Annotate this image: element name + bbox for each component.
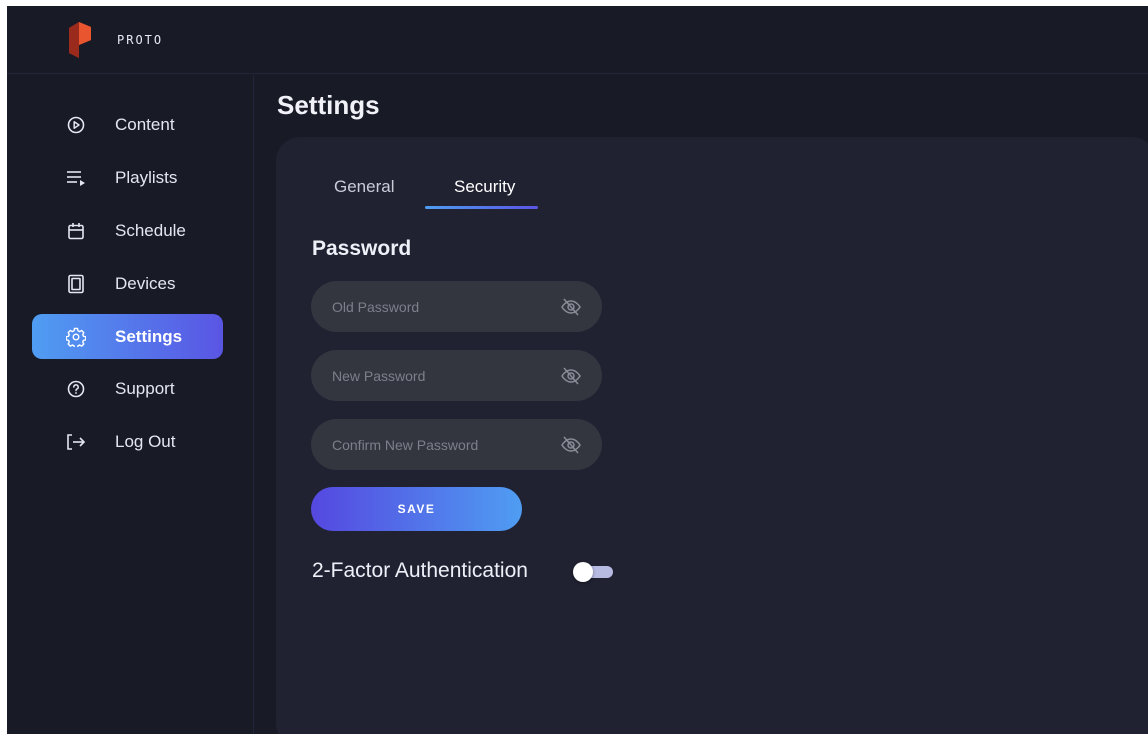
sidebar-item-label: Content (115, 114, 175, 134)
logout-icon (66, 432, 86, 452)
sidebar-item-label: Playlists (115, 167, 178, 187)
active-tab-indicator (425, 206, 538, 209)
playlist-icon (66, 168, 86, 188)
sidebar-item-settings[interactable]: Settings (32, 314, 223, 359)
sidebar-item-playlists[interactable]: Playlists (32, 155, 223, 200)
top-bar: PROTO (7, 6, 1148, 74)
save-button[interactable]: SAVE (311, 487, 522, 531)
new-password-field (311, 350, 602, 401)
sidebar-item-devices[interactable]: Devices (32, 261, 223, 306)
page-title: Settings (277, 90, 380, 120)
sidebar-item-schedule[interactable]: Schedule (32, 208, 223, 253)
sidebar-item-support[interactable]: Support (32, 366, 223, 411)
tab-security[interactable]: Security (454, 177, 515, 197)
password-section-title: Password (312, 237, 412, 260)
app-window: PROTO Content Playlists Schedule Devices… (7, 6, 1148, 734)
tab-general[interactable]: General (334, 177, 394, 197)
eye-off-icon[interactable] (560, 434, 582, 456)
old-password-input[interactable] (332, 281, 552, 332)
old-password-field (311, 281, 602, 332)
sidebar-item-label: Log Out (115, 431, 176, 451)
play-circle-icon (66, 115, 86, 135)
sidebar-item-content[interactable]: Content (32, 102, 223, 147)
toggle-knob (573, 562, 593, 582)
new-password-input[interactable] (332, 350, 552, 401)
logo-text: PROTO (117, 33, 164, 47)
eye-off-icon[interactable] (560, 365, 582, 387)
proto-logo-icon (69, 22, 91, 58)
confirm-password-input[interactable] (332, 419, 552, 470)
confirm-password-field (311, 419, 602, 470)
sidebar: Content Playlists Schedule Devices Setti (7, 75, 254, 734)
sidebar-item-label: Settings (115, 326, 183, 346)
help-circle-icon (66, 379, 86, 399)
two-factor-label: 2-Factor Authentication (312, 559, 528, 582)
devices-icon (66, 274, 86, 294)
sidebar-item-label: Schedule (115, 220, 186, 240)
sidebar-item-label: Support (115, 378, 175, 398)
sidebar-item-logout[interactable]: Log Out (32, 419, 223, 464)
gear-icon (66, 327, 86, 347)
calendar-icon (66, 221, 86, 241)
eye-off-icon[interactable] (560, 296, 582, 318)
two-factor-toggle[interactable] (573, 562, 614, 582)
sidebar-item-label: Devices (115, 273, 176, 293)
